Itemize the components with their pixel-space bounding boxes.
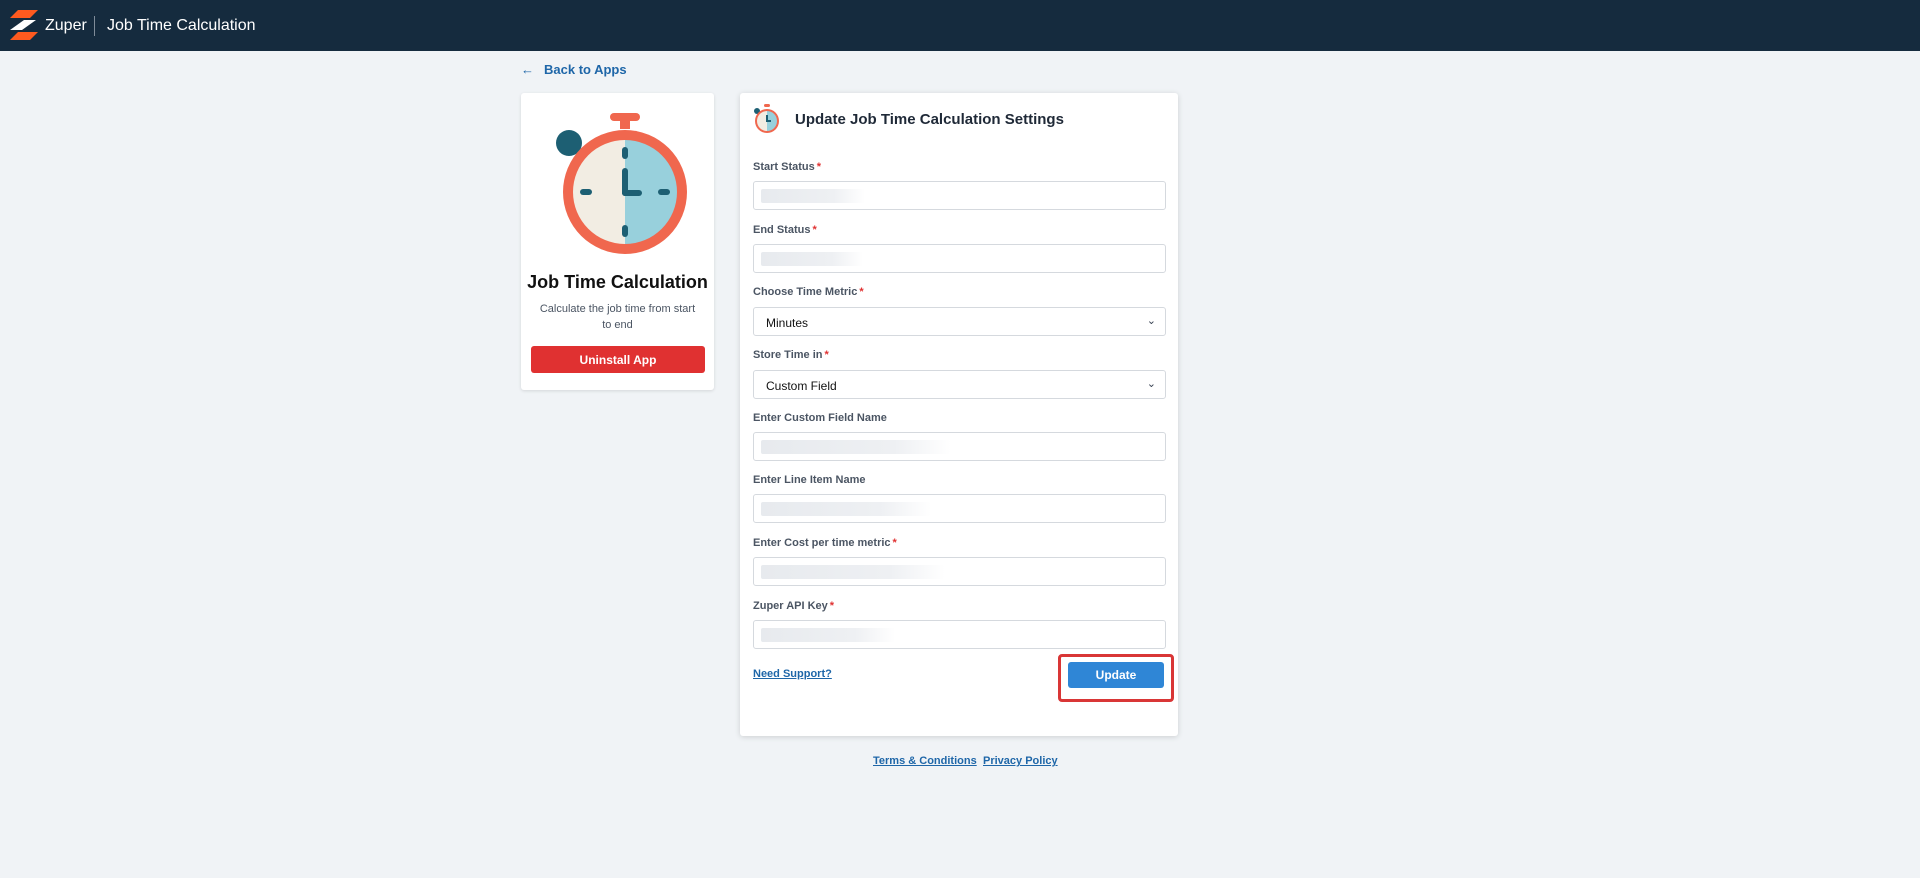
header-app-title: Job Time Calculation [107,17,256,34]
redacted-value [761,189,865,203]
store-time-label: Store Time in * [753,349,829,361]
arrow-left-icon: ← [521,62,534,77]
api-key-input[interactable] [753,620,1166,649]
terms-link[interactable]: Terms & Conditions [873,755,977,767]
redacted-value [761,502,931,516]
app-description: Calculate the job time from start to end [539,303,696,331]
cost-per-metric-input[interactable] [753,557,1166,586]
back-to-apps-label: Back to Apps [544,62,627,77]
line-item-name-label: Enter Line Item Name [753,474,866,486]
custom-field-name-input[interactable] [753,432,1166,461]
brand-name: Zuper [45,17,87,34]
app-name: Job Time Calculation [527,272,708,292]
time-metric-value: Minutes [766,316,809,330]
form-title: Update Job Time Calculation Settings [795,111,1064,128]
privacy-link[interactable]: Privacy Policy [983,755,1058,767]
chevron-down-icon: ⌄ [1146,315,1156,327]
start-status-input[interactable] [753,181,1166,210]
cost-per-metric-label: Enter Cost per time metric * [753,537,897,549]
redacted-value [761,628,895,642]
time-metric-label: Choose Time Metric * [753,286,864,298]
time-metric-select[interactable]: Minutes ⌄ [753,307,1166,336]
back-to-apps-link[interactable]: ← Back to Apps [521,62,627,77]
redacted-value [761,565,945,579]
need-support-link[interactable]: Need Support? [753,668,832,680]
settings-form-card: Update Job Time Calculation Settings Sta… [740,93,1178,736]
store-time-value: Custom Field [766,379,837,393]
redacted-value [761,440,951,454]
api-key-label: Zuper API Key * [753,600,835,612]
zuper-logo-icon[interactable] [10,10,38,40]
update-button[interactable]: Update [1068,662,1164,688]
end-status-label: End Status * [753,224,817,236]
uninstall-app-button[interactable]: Uninstall App [531,346,705,373]
stopwatch-icon [754,104,779,133]
header-divider [94,16,95,36]
app-card: Job Time Calculation Calculate the job t… [521,93,714,390]
chevron-down-icon: ⌄ [1146,378,1156,390]
store-time-select[interactable]: Custom Field ⌄ [753,370,1166,399]
line-item-name-input[interactable] [753,494,1166,523]
end-status-input[interactable] [753,244,1166,273]
stopwatch-icon [556,113,687,254]
custom-field-name-label: Enter Custom Field Name [753,412,887,424]
start-status-label: Start Status * [753,161,822,173]
top-bar: Zuper Job Time Calculation [0,0,1920,51]
redacted-value [761,252,863,266]
